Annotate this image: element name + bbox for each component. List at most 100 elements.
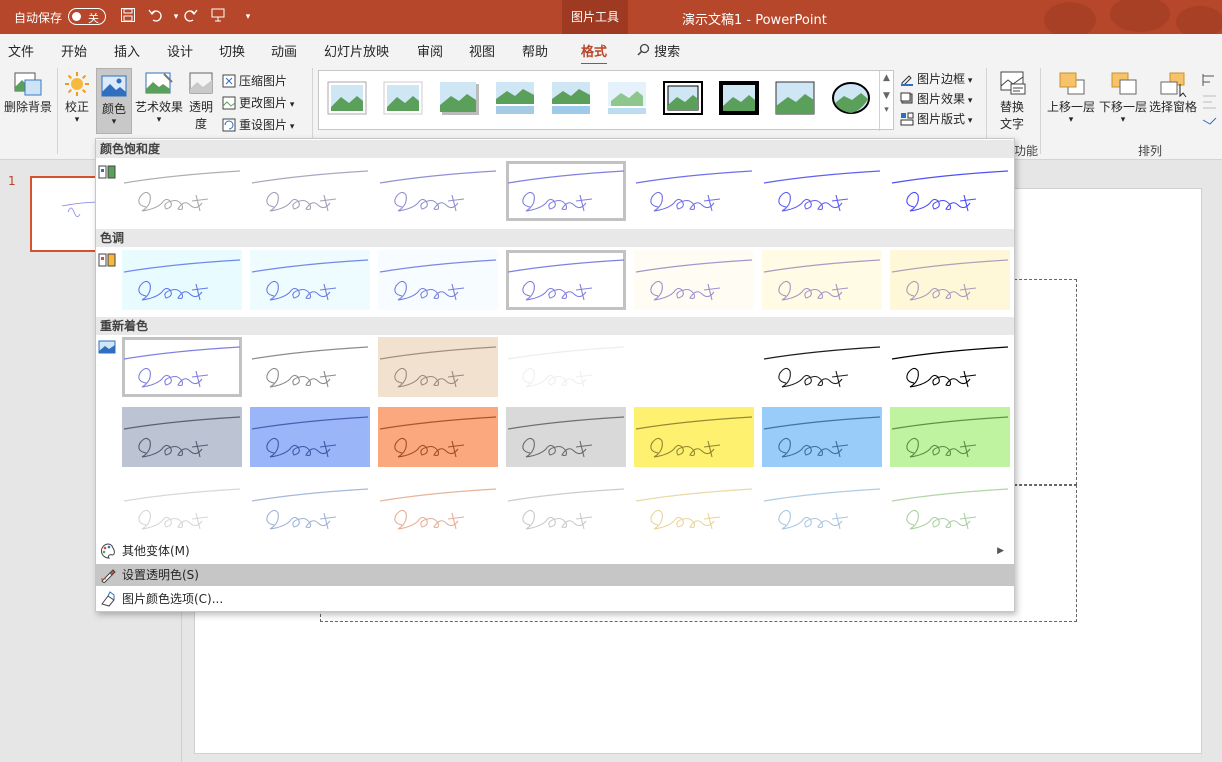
signature-preview-icon [123, 259, 241, 301]
recolor-swatch[interactable] [506, 337, 626, 397]
color-button[interactable]: 颜色 ▾ [96, 68, 132, 134]
picture-style-beveled-icon[interactable] [383, 81, 423, 115]
picture-style-simple-frame-icon[interactable] [327, 81, 367, 115]
gallery-scroll[interactable]: ▲ ▼ ▾ [879, 71, 893, 131]
tab-review[interactable]: 审阅 [417, 41, 443, 60]
recolor-swatch[interactable] [634, 337, 754, 397]
set-transparent-color-item[interactable]: 设置透明色(S) [96, 564, 1014, 586]
tab-design[interactable]: 设计 [167, 41, 193, 60]
tab-animations[interactable]: 动画 [271, 41, 297, 60]
recolor-swatch[interactable] [890, 337, 1010, 397]
signature-preview-icon [123, 346, 241, 388]
saturation-swatch[interactable] [250, 161, 370, 221]
transparency-button[interactable]: 透明 度 [186, 70, 216, 132]
picture-style-shadow-icon[interactable] [439, 81, 479, 115]
saturation-swatch[interactable] [506, 161, 626, 221]
tab-view[interactable]: 视图 [469, 41, 495, 60]
save-icon[interactable] [118, 7, 138, 27]
recolor-swatch[interactable] [762, 479, 882, 539]
tone-swatch[interactable] [634, 250, 754, 310]
bring-forward-button[interactable]: 上移一层 ▾ [1046, 70, 1096, 125]
recolor-swatch[interactable] [506, 407, 626, 467]
bring-forward-icon [1059, 72, 1085, 95]
tab-file[interactable]: 文件 [8, 41, 34, 60]
picture-style-soft-edge-icon[interactable] [551, 81, 591, 115]
signature-preview-icon [763, 416, 881, 458]
alt-text-button[interactable]: 替换 文字 [992, 70, 1032, 132]
transparency-icon [189, 72, 213, 94]
picture-border-button[interactable]: 图片边框 ▾ [900, 70, 972, 87]
more-variations-item[interactable]: 其他变体(M) ▶ [96, 540, 1014, 562]
artistic-effects-button[interactable]: 艺术效果 ▾ [134, 70, 184, 125]
picture-style-thick-frame-icon[interactable] [663, 81, 703, 115]
gallery-more-icon[interactable]: ▾ [880, 105, 893, 115]
saturation-swatch[interactable] [378, 161, 498, 221]
saturation-swatch[interactable] [762, 161, 882, 221]
corrections-dropdown-icon: ▾ [74, 115, 80, 125]
presentation-icon[interactable] [208, 7, 228, 27]
picture-border-icon [901, 75, 913, 86]
tone-swatch[interactable] [378, 250, 498, 310]
compress-pictures-button[interactable]: 压缩图片 [222, 72, 287, 89]
gallery-down-icon[interactable]: ▼ [880, 91, 893, 101]
recolor-swatch[interactable] [634, 479, 754, 539]
tone-swatch[interactable] [890, 250, 1010, 310]
corrections-button[interactable]: 校正 ▾ [60, 70, 94, 125]
recolor-swatch[interactable] [762, 407, 882, 467]
tab-insert[interactable]: 插入 [114, 41, 140, 60]
recolor-swatch[interactable] [250, 479, 370, 539]
reset-picture-button[interactable]: 重设图片 ▾ [222, 116, 294, 133]
saturation-swatch[interactable] [890, 161, 1010, 221]
recolor-swatch[interactable] [122, 337, 242, 397]
recolor-swatch[interactable] [378, 479, 498, 539]
picture-color-options-item[interactable]: 图片颜色选项(C)... [96, 588, 1014, 610]
slide-number: 1 [8, 174, 16, 188]
recolor-swatch[interactable] [890, 479, 1010, 539]
picture-style-reflected-icon[interactable] [495, 81, 535, 115]
tab-home[interactable]: 开始 [61, 41, 87, 60]
customize-qa-icon[interactable]: ▾ [238, 7, 258, 27]
picture-effects-button[interactable]: 图片效果 ▾ [900, 90, 972, 107]
redo-icon[interactable] [180, 7, 200, 27]
recolor-swatch[interactable] [122, 479, 242, 539]
selection-pane-button[interactable]: 选择窗格 [1148, 70, 1198, 115]
picture-layout-button[interactable]: 图片版式 ▾ [900, 110, 972, 127]
tone-swatch[interactable] [122, 250, 242, 310]
recolor-swatch[interactable] [506, 479, 626, 539]
tab-transitions[interactable]: 切换 [219, 41, 245, 60]
picture-style-thin-frame-icon[interactable] [775, 81, 815, 115]
color-dropdown-icon: ▾ [111, 117, 117, 127]
recolor-swatch[interactable] [762, 337, 882, 397]
remove-background-button[interactable]: 删除背景 [2, 70, 54, 115]
picture-style-glow-icon[interactable] [607, 81, 647, 115]
recolor-swatch[interactable] [250, 407, 370, 467]
autosave-toggle[interactable]: 关 [68, 8, 106, 25]
recolor-swatch[interactable] [122, 407, 242, 467]
recolor-swatch[interactable] [250, 337, 370, 397]
tab-help[interactable]: 帮助 [522, 41, 548, 60]
recolor-swatch[interactable] [890, 407, 1010, 467]
transparent-color-pen-icon [101, 569, 116, 583]
saturation-swatch[interactable] [122, 161, 242, 221]
search-tab[interactable]: 搜索 [637, 41, 680, 60]
corrections-label: 校正 [64, 100, 89, 114]
send-backward-button[interactable]: 下移一层 ▾ [1098, 70, 1148, 125]
tone-swatch[interactable] [506, 250, 626, 310]
undo-icon[interactable] [146, 7, 166, 27]
gallery-up-icon[interactable]: ▲ [880, 73, 893, 83]
tab-slideshow[interactable]: 幻灯片放映 [324, 41, 389, 60]
tab-format[interactable]: 格式 [581, 41, 608, 66]
compress-label: 压缩图片 [239, 74, 288, 88]
tone-swatch[interactable] [762, 250, 882, 310]
recolor-swatch[interactable] [378, 337, 498, 397]
picture-style-black-frame-icon[interactable] [719, 81, 759, 115]
recolor-swatch[interactable] [378, 407, 498, 467]
saturation-swatch[interactable] [634, 161, 754, 221]
picture-style-oval-icon[interactable] [831, 81, 871, 115]
recolor-swatch[interactable] [634, 407, 754, 467]
align-icon[interactable] [1200, 72, 1220, 132]
alt-text-icon [1000, 71, 1026, 95]
signature-preview-icon [507, 488, 625, 530]
tone-swatch[interactable] [250, 250, 370, 310]
change-picture-button[interactable]: 更改图片 ▾ [222, 94, 294, 111]
